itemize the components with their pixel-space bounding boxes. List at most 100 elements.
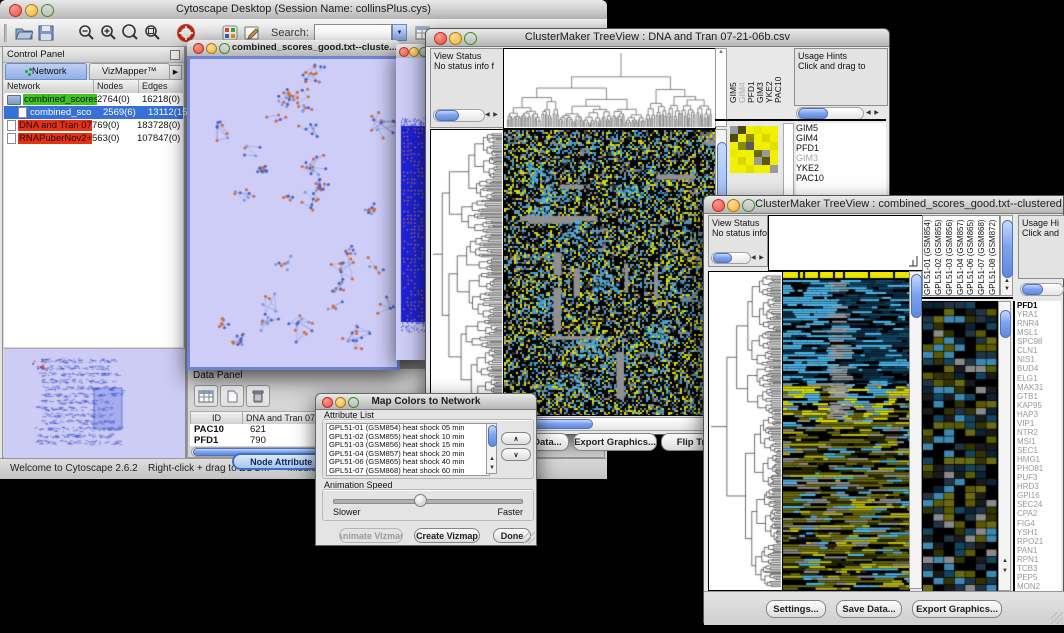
gene-label[interactable]: RNR4 [1017, 319, 1061, 328]
gene-label[interactable]: YRA1 [1017, 310, 1061, 319]
tv1-heatmap-canvas[interactable] [503, 129, 716, 416]
gene-label[interactable]: PFD1 [1017, 301, 1061, 310]
gene-label[interactable]: SPC98 [1017, 337, 1061, 346]
close-button[interactable] [399, 47, 409, 57]
create-vizmap-button[interactable]: Create Vizmap [414, 528, 480, 543]
network-list-row[interactable]: DNA and Tran 07 769(0) 183728(0) [4, 119, 183, 132]
minimize-button[interactable] [727, 199, 740, 212]
open-file-icon[interactable] [13, 22, 35, 44]
gene-label[interactable]: GIM5 [796, 123, 856, 133]
tv2-hints-scrollbar[interactable] [1020, 283, 1064, 296]
gene-label[interactable]: PAC10 [796, 173, 856, 183]
gene-label[interactable]: RPN1 [1017, 555, 1061, 564]
tab[interactable]: Network [5, 63, 87, 80]
speed-slider-thumb[interactable] [414, 494, 427, 507]
tv2-labels-vscrollbar[interactable]: ▲ ▼ [1000, 215, 1013, 296]
gene-label[interactable]: HMG1 [1017, 455, 1061, 464]
network-list-row[interactable]: combined_sco 2569(6) 13112(15) [4, 106, 183, 119]
save-data-button[interactable]: Save Data... [836, 600, 902, 618]
col-label[interactable]: PFD1 [747, 48, 756, 103]
more-tabs-button[interactable]: ▶ [169, 65, 182, 80]
gene-label[interactable]: PUF3 [1017, 473, 1061, 482]
col-label[interactable]: GPL51-04 (GSM857) [956, 216, 967, 295]
gene-label[interactable]: GIM4 [796, 133, 856, 143]
gene-label[interactable]: HAP3 [1017, 410, 1061, 419]
col-label[interactable]: YKE2 [765, 48, 774, 103]
gene-label[interactable]: YSH1 [1017, 528, 1061, 537]
gene-label[interactable]: SEC1 [1017, 446, 1061, 455]
tv2-row-dendro-canvas[interactable] [708, 271, 783, 591]
col-label[interactable]: PAC10 [774, 48, 783, 103]
resize-grip[interactable] [523, 532, 535, 544]
gene-label[interactable]: TCB3 [1017, 564, 1061, 573]
network-table-header[interactable]: Network Nodes Edges [4, 80, 183, 94]
table-view-icon[interactable] [194, 385, 218, 407]
search-input[interactable] [314, 24, 392, 41]
col-label[interactable]: GPL51-08 (GSM872) [988, 216, 999, 295]
col-label[interactable]: GIM5 [729, 48, 738, 103]
export-graphics-button[interactable]: Export Graphics... [912, 600, 1002, 618]
tv1-detail-matrix[interactable] [730, 126, 778, 173]
move-up-button[interactable]: ∧ [501, 432, 531, 445]
attribute-list-scrollbar[interactable]: ▲ ▼ [486, 423, 497, 474]
attribute-item[interactable]: GPL51-07 (GSM868) heat shock 60 min [329, 467, 489, 476]
move-down-button[interactable]: ∨ [501, 448, 531, 461]
save-icon[interactable] [35, 22, 57, 44]
tv1-col-dendro-canvas[interactable] [503, 48, 716, 129]
tv2-heatmap-vscrollbar[interactable] [909, 271, 922, 589]
gene-label[interactable]: BUD4 [1017, 364, 1061, 373]
tv1-row-dendro-canvas[interactable] [430, 129, 504, 416]
gene-label[interactable]: MSI1 [1017, 437, 1061, 446]
gene-label[interactable]: YKE2 [796, 163, 856, 173]
network1-canvas[interactable] [190, 59, 397, 367]
gene-label[interactable]: ELG1 [1017, 374, 1061, 383]
gene-label[interactable]: GTB1 [1017, 392, 1061, 401]
close-button[interactable] [712, 199, 725, 212]
network-overview-canvas[interactable] [4, 348, 185, 459]
tv1-status-scrollbar[interactable] [433, 109, 485, 122]
gene-label[interactable]: NIS1 [1017, 355, 1061, 364]
close-button[interactable] [193, 43, 204, 54]
zoom-selected-icon[interactable] [141, 22, 163, 44]
minimize-button[interactable] [409, 47, 419, 57]
tv2-genelist-vscrollbar[interactable]: ▲ ▼ [998, 301, 1011, 591]
gene-label[interactable]: SEC24 [1017, 500, 1061, 509]
network-list-row[interactable]: combined_scores 2764(0) 16218(0) [4, 93, 183, 106]
col-label[interactable]: GPL51-02 (GSM855) [934, 216, 945, 295]
float-panel-icon[interactable] [170, 50, 180, 60]
col-label[interactable]: GPL51-07 (GSM868) [977, 216, 988, 295]
zoom-in-icon[interactable] [97, 22, 119, 44]
tab[interactable]: VizMapper™ [89, 63, 171, 80]
network-list-row[interactable]: RNAPuberNov2+ 563(0) 107847(0) [4, 132, 183, 145]
search-dropdown-arrow[interactable]: ▼ [392, 24, 407, 41]
tv2-status-scrollbar[interactable] [711, 252, 751, 264]
resize-grip[interactable] [1051, 612, 1063, 624]
col-label[interactable]: GPL51-06 (GSM865) [966, 216, 977, 295]
gene-label[interactable]: PFD1 [796, 143, 856, 153]
gene-label[interactable]: MSL1 [1017, 328, 1061, 337]
tv2-heatmap-canvas[interactable] [782, 271, 910, 591]
gene-label[interactable]: PAN1 [1017, 546, 1061, 555]
settings-button[interactable]: Settings... [766, 600, 826, 618]
gene-label[interactable]: FIG4 [1017, 519, 1061, 528]
gene-label[interactable]: PEP5 [1017, 573, 1061, 582]
gene-label[interactable]: GIM3 [796, 153, 856, 163]
gene-label[interactable]: CLN1 [1017, 346, 1061, 355]
new-attribute-icon[interactable] [220, 385, 244, 407]
gene-label[interactable]: HRD3 [1017, 482, 1061, 491]
gene-label[interactable]: KAP95 [1017, 401, 1061, 410]
speed-slider-track[interactable] [333, 499, 523, 504]
gene-label[interactable]: MAK31 [1017, 383, 1061, 392]
tv1-col-scroll-strip[interactable]: ▲ [715, 48, 727, 127]
gene-label[interactable]: MON2 [1017, 582, 1061, 591]
tv2-detail-canvas[interactable] [922, 301, 998, 593]
col-label[interactable]: GPL51-03 (GSM856) [945, 216, 956, 295]
gene-label[interactable]: CPA2 [1017, 509, 1061, 518]
gene-label[interactable]: VIP1 [1017, 419, 1061, 428]
gene-label[interactable]: GPI16 [1017, 491, 1061, 500]
gene-label[interactable]: PHO81 [1017, 464, 1061, 473]
delete-attribute-icon[interactable] [246, 385, 270, 407]
minimize-button[interactable] [206, 43, 217, 54]
col-label[interactable]: GPL51-01 (GSM854) [923, 216, 934, 295]
col-label[interactable]: GIM4 [738, 48, 747, 103]
